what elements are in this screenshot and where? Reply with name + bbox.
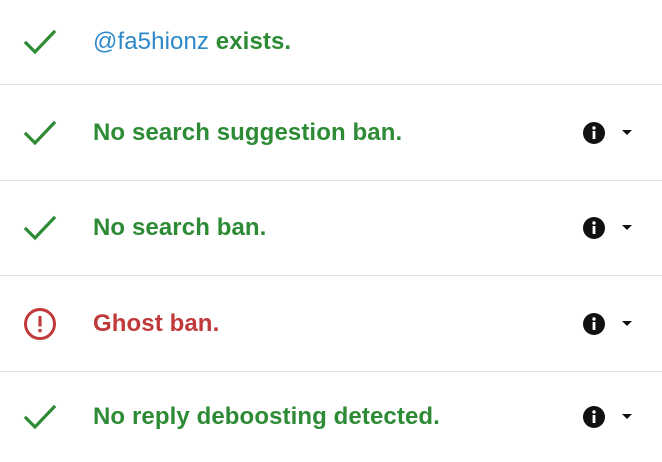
- info-icon[interactable]: [582, 312, 606, 336]
- details-toggle[interactable]: [582, 216, 634, 240]
- check-icon: [22, 24, 58, 60]
- result-row-search-ban: No search ban.: [0, 181, 662, 276]
- exclamation-circle-icon: [22, 306, 58, 342]
- result-text: Ghost ban.: [93, 309, 220, 337]
- info-icon[interactable]: [582, 405, 606, 429]
- shadowban-results-list: @fa5hionz exists. No search suggestion b…: [0, 0, 662, 462]
- result-row-ghost-ban: Ghost ban.: [0, 276, 662, 372]
- info-icon[interactable]: [582, 121, 606, 145]
- details-toggle[interactable]: [582, 121, 634, 145]
- result-label: @fa5hionz exists.: [93, 28, 291, 56]
- caret-down-icon[interactable]: [620, 126, 634, 140]
- check-icon: [22, 210, 58, 246]
- check-icon: [22, 399, 58, 435]
- details-toggle[interactable]: [582, 405, 634, 429]
- result-text: No reply deboosting detected.: [93, 403, 440, 430]
- account-handle[interactable]: @fa5hionz: [93, 28, 209, 55]
- caret-down-icon[interactable]: [620, 221, 634, 235]
- result-text: exists.: [209, 28, 292, 55]
- result-row-account-exists: @fa5hionz exists.: [0, 0, 662, 85]
- caret-down-icon[interactable]: [620, 317, 634, 331]
- details-toggle[interactable]: [582, 312, 634, 336]
- result-text: No search ban.: [93, 214, 267, 241]
- check-icon: [22, 115, 58, 151]
- result-row-reply-deboosting: No reply deboosting detected.: [0, 372, 662, 462]
- result-text: No search suggestion ban.: [93, 118, 403, 146]
- caret-down-icon[interactable]: [620, 410, 634, 424]
- info-icon[interactable]: [582, 216, 606, 240]
- result-row-search-suggestion-ban: No search suggestion ban.: [0, 85, 662, 181]
